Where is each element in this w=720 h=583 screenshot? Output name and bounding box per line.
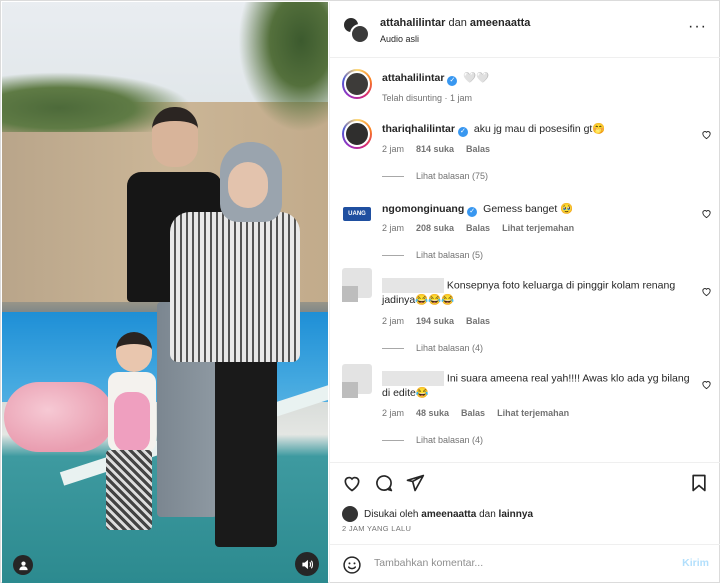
comment-icon[interactable] (374, 473, 394, 493)
photo-palm (238, 2, 328, 132)
heart-icon[interactable] (701, 129, 712, 140)
post-side-panel: attahalilintar dan ameenaatta Audio asli… (329, 2, 720, 583)
comment-composer: Tambahkan komentar... Kirim (330, 544, 720, 583)
heart-icon[interactable] (701, 208, 712, 219)
photo-woman (170, 142, 300, 552)
translate-button[interactable]: Lihat terjemahan (497, 408, 569, 418)
heart-icon[interactable] (701, 286, 712, 297)
post-timestamp[interactable]: 2 JAM YANG LALU (342, 524, 411, 533)
post-comment-button[interactable]: Kirim (682, 557, 709, 569)
avatar[interactable]: UANG (342, 199, 372, 229)
comment-input[interactable]: Tambahkan komentar... (374, 557, 483, 569)
view-replies-button[interactable]: Lihat balasan (4) (382, 343, 483, 353)
verified-icon: ✓ (447, 76, 458, 86)
reply-button[interactable]: Balas (466, 223, 490, 233)
verified-icon: ✓ (457, 127, 468, 137)
share-icon[interactable] (405, 473, 425, 493)
view-replies-button[interactable]: Lihat balasan (4) (382, 435, 483, 445)
audio-icon[interactable] (295, 552, 319, 576)
avatar (350, 24, 370, 44)
post-dialog: attahalilintar dan ameenaatta Audio asli… (0, 0, 720, 583)
author-link[interactable]: attahalilintar (380, 17, 445, 29)
caption-text: 🤍🤍 (463, 72, 490, 84)
liked-others[interactable]: lainnya (499, 509, 533, 520)
comment-likes[interactable]: 194 suka (416, 316, 454, 326)
comment-text-row: Ini suara ameena real yah!!!! Awas klo a… (382, 371, 692, 401)
comment-meta: 2 jam 194 suka Balas (382, 316, 502, 326)
comment-text: Gemess banget 🥹 (483, 203, 574, 215)
liked-by: Disukai oleh ameenaatta dan lainnya (342, 506, 533, 522)
collab-avatars[interactable] (342, 16, 370, 44)
action-bar (330, 462, 720, 502)
comment-username[interactable]: thariqhalilintar (382, 123, 455, 135)
reply-button[interactable]: Balas (466, 144, 490, 154)
post-header: attahalilintar dan ameenaatta Audio asli… (330, 2, 720, 58)
translate-button[interactable]: Lihat terjemahan (502, 223, 574, 233)
comment-meta: 2 jam 814 suka Balas (382, 144, 502, 154)
comment-text: aku jg mau di posesifin gt🤭 (473, 123, 606, 135)
avatar[interactable] (342, 119, 372, 149)
heart-icon[interactable] (701, 379, 712, 390)
post-authors: attahalilintar dan ameenaatta (380, 17, 530, 29)
comment-likes[interactable]: 48 suka (416, 408, 449, 418)
view-replies-button[interactable]: Lihat balasan (75) (382, 171, 488, 181)
user-tag-icon[interactable] (13, 555, 33, 575)
redacted-username (382, 278, 444, 293)
comment-text-row: thariqhalilintar ✓ aku jg mau di posesifi… (382, 122, 692, 137)
comment-likes[interactable]: 208 suka (416, 223, 454, 233)
avatar[interactable] (342, 364, 372, 398)
caption-username[interactable]: attahalilintar (382, 72, 444, 84)
post-video[interactable] (2, 2, 328, 583)
comment-time[interactable]: 2 jam (382, 316, 404, 326)
caption-meta: Telah disunting · 1 jam (382, 93, 473, 103)
liked-connector: dan (479, 508, 496, 520)
photo-pool-float (4, 382, 114, 452)
comment-username[interactable]: ngomonginuang (382, 203, 464, 215)
liked-user[interactable]: ameenaatta (421, 509, 476, 520)
authors-connector: dan (448, 17, 467, 29)
emoji-icon[interactable] (342, 555, 362, 575)
avatar (342, 506, 358, 522)
heart-icon[interactable] (342, 473, 362, 493)
audio-label[interactable]: Audio asli (380, 34, 419, 44)
reply-button[interactable]: Balas (466, 316, 490, 326)
comment-time[interactable]: 2 jam (382, 223, 404, 233)
avatar[interactable] (342, 268, 372, 302)
comment-text-row: Konsepnya foto keluarga di pinggir kolam… (382, 278, 692, 308)
redacted-username (382, 371, 444, 386)
photo-child (102, 332, 162, 537)
reply-button[interactable]: Balas (461, 408, 485, 418)
comment-meta: 2 jam 208 suka Balas Lihat terjemahan (382, 223, 586, 233)
caption: attahalilintar ✓ 🤍🤍 (382, 71, 692, 86)
bookmark-icon[interactable] (689, 473, 709, 493)
more-icon[interactable]: ··· (688, 19, 707, 35)
author-link[interactable]: ameenaatta (470, 17, 531, 29)
view-replies-button[interactable]: Lihat balasan (5) (382, 250, 483, 260)
comment-text-row: ngomonginuang ✓ Gemess banget 🥹 (382, 202, 692, 217)
comment-time[interactable]: 2 jam (382, 144, 404, 154)
liked-prefix: Disukai oleh (364, 508, 419, 520)
avatar[interactable] (342, 69, 372, 99)
comment-time[interactable]: 2 jam (382, 408, 404, 418)
verified-icon: ✓ (467, 207, 478, 217)
comment-meta: 2 jam 48 suka Balas Lihat terjemahan (382, 408, 581, 418)
comment-likes[interactable]: 814 suka (416, 144, 454, 154)
